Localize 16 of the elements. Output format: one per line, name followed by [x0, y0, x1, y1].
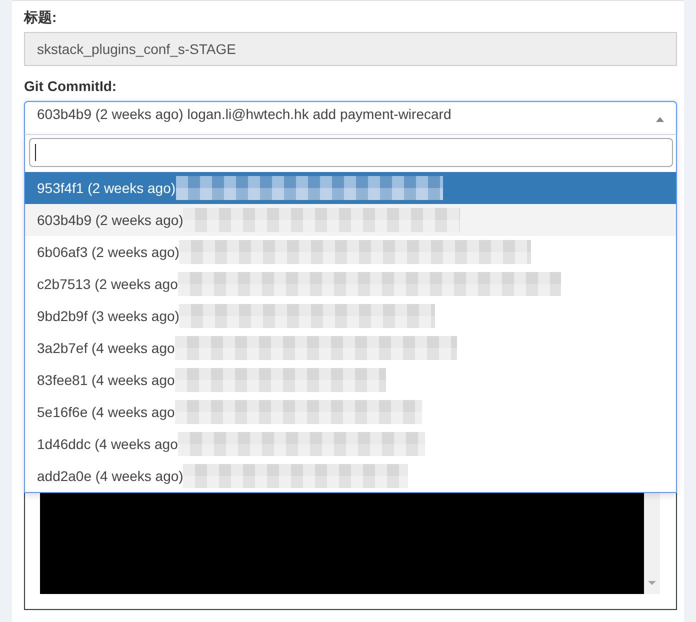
dropdown-option[interactable]: 603b4b9 (2 weeks ago) [25, 204, 676, 236]
dropdown-option[interactable]: add2a0e (4 weeks ago) [25, 460, 676, 492]
search-field[interactable] [29, 138, 673, 167]
scroll-down-arrow-icon[interactable] [648, 581, 656, 585]
dropdown-option[interactable]: 6b06af3 (2 weeks ago) [25, 236, 676, 268]
commit-select[interactable]: 603b4b9 (2 weeks ago) logan.li@hwtech.hk add payment-wirecard [24, 101, 677, 135]
dropdown-option[interactable]: 1d46ddc (4 weeks ago [25, 428, 676, 460]
field-label: 标题: [24, 8, 57, 27]
dropdown-option[interactable]: 3a2b7ef (4 weeks ago [25, 332, 676, 364]
dropdown-option[interactable]: 5e16f6e (4 weeks ago [25, 396, 676, 428]
dropdown-option[interactable]: 953f4f1 (2 weeks ago) [25, 172, 676, 204]
caret-up-icon [656, 116, 664, 122]
field-label: Git CommitId: [24, 77, 117, 96]
dropdown-option[interactable]: 83fee81 (4 weeks ago [25, 364, 676, 396]
dropdown-option[interactable]: 9bd2b9f (3 weeks ago) [25, 300, 676, 332]
dropdown-option[interactable]: c2b7513 (2 weeks ago [25, 268, 676, 300]
